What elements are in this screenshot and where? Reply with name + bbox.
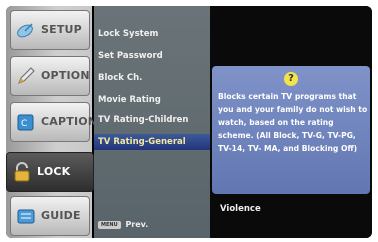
submenu-item-violence[interactable]: Violence	[220, 204, 261, 214]
help-text: Blocks certain TV programs that you and …	[218, 92, 368, 153]
help-icon: ?	[284, 72, 298, 86]
menu-item-set-password[interactable]: Set Password	[98, 48, 163, 64]
menu-item-tv-rating-children[interactable]: TV Rating-Children	[98, 112, 188, 128]
sidebar-item-label: OPTION	[41, 69, 90, 82]
sidebar-item-setup[interactable]: SETUP	[10, 10, 90, 50]
sidebar-item-label: CAPTION	[41, 115, 98, 128]
sidebar-item-label: SETUP	[41, 23, 82, 36]
padlock-icon	[14, 162, 30, 182]
menu-item-label: TV Rating-General	[98, 137, 186, 147]
pencil-icon	[18, 67, 35, 84]
caption-book-icon: C	[17, 114, 34, 131]
svg-text:C: C	[21, 119, 27, 129]
prev-hint[interactable]: MENU Prev.	[98, 220, 148, 229]
menu-item-tv-rating-general[interactable]: TV Rating-General ▸	[94, 134, 218, 150]
menu-item-block-ch[interactable]: Block Ch.	[98, 70, 142, 86]
sidebar-item-lock[interactable]: LOCK	[6, 152, 94, 192]
sidebar-item-caption[interactable]: C CAPTION	[10, 102, 97, 142]
guide-book-icon	[17, 209, 35, 224]
sidebar-item-option[interactable]: OPTION	[10, 56, 90, 96]
menu-key-icon: MENU	[98, 220, 121, 229]
tv-menu-screen: SETUP OPTION C CAPTION LOCK GUIDE Lock S…	[6, 6, 372, 238]
sidebar-item-label: GUIDE	[41, 209, 81, 222]
sidebar-item-label: LOCK	[37, 165, 71, 178]
sidebar-item-guide[interactable]: GUIDE	[10, 196, 90, 236]
menu-item-movie-rating[interactable]: Movie Rating	[98, 92, 161, 108]
menu-item-lock-system[interactable]: Lock System	[98, 26, 158, 42]
satellite-dish-icon	[17, 23, 33, 38]
prev-label: Prev.	[125, 220, 149, 229]
help-popup: ? Blocks certain TV programs that you an…	[212, 66, 370, 194]
sidebar: SETUP OPTION C CAPTION LOCK GUIDE	[6, 6, 97, 238]
